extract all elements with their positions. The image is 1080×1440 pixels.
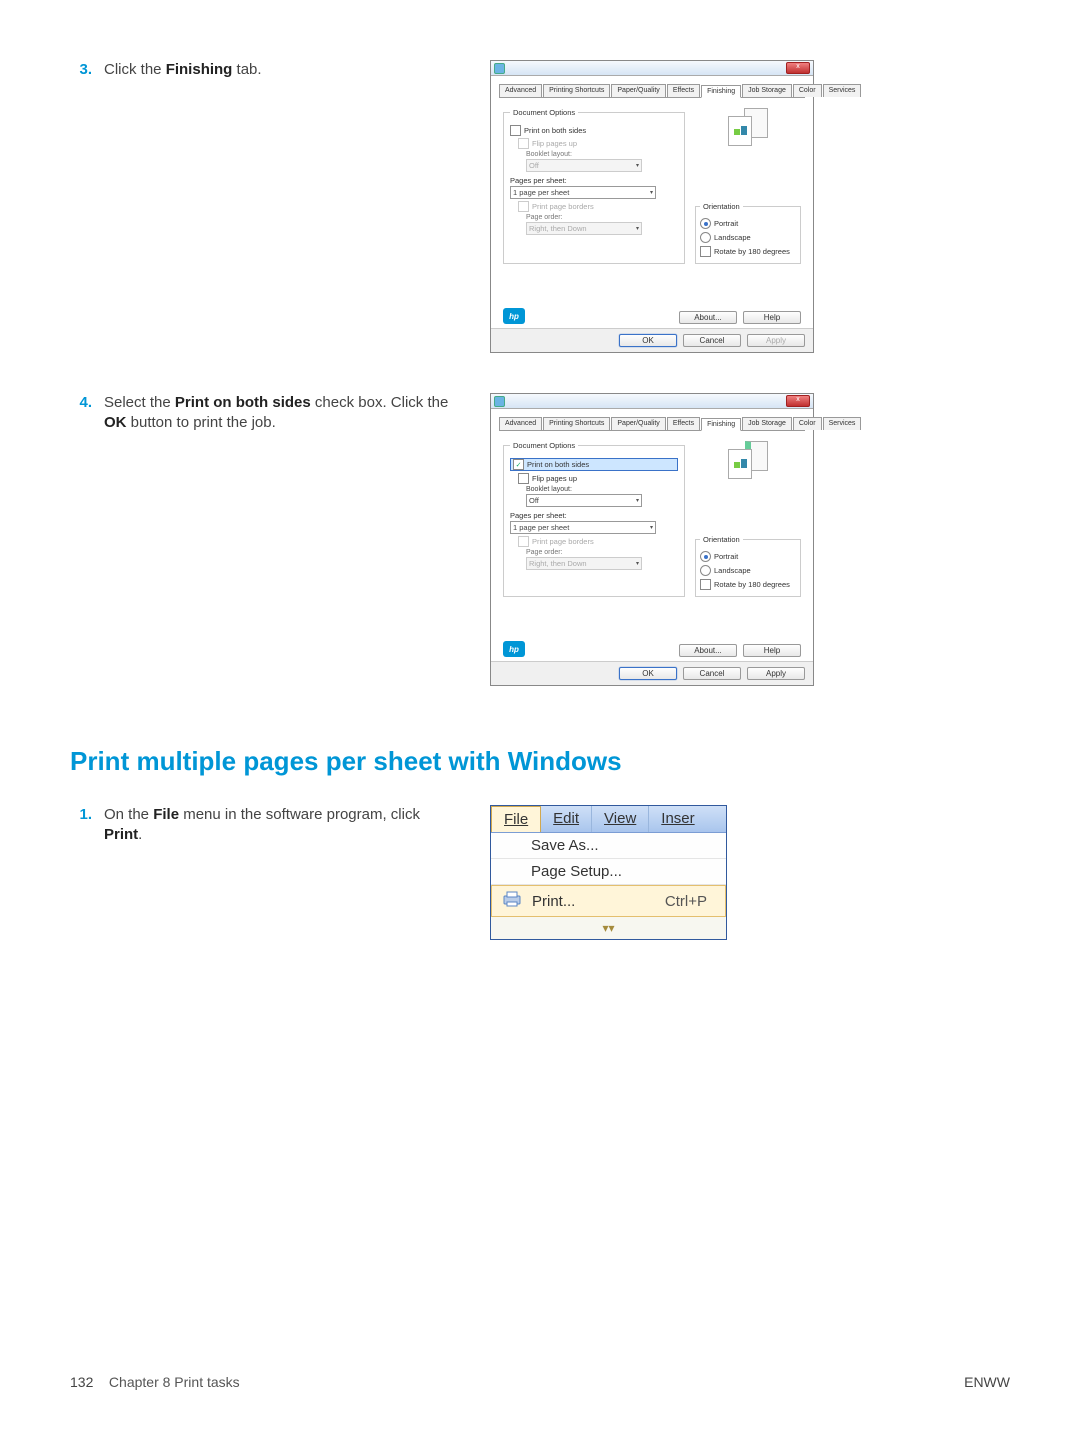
ok-button[interactable]: OK	[619, 334, 677, 347]
dialog-tabs: Advanced Printing Shortcuts Paper/Qualit…	[499, 417, 805, 431]
tab-effects[interactable]: Effects	[667, 417, 700, 430]
step1-number: 1.	[70, 805, 92, 846]
checkbox-print-both-sides[interactable]	[513, 459, 524, 470]
tab-finishing[interactable]: Finishing	[701, 418, 741, 431]
orientation-legend: Orientation	[700, 535, 743, 544]
about-button[interactable]: About...	[679, 311, 737, 324]
app-icon	[494, 63, 505, 74]
tab-advanced[interactable]: Advanced	[499, 417, 542, 430]
page-preview	[728, 108, 768, 146]
file-menu-screenshot: File Edit View Inser Save As... Page Set…	[490, 805, 727, 940]
step3-text: Click the Finishing tab.	[104, 60, 262, 80]
ok-button[interactable]: OK	[619, 667, 677, 680]
label-flip-pages-up: Flip pages up	[532, 139, 577, 148]
menuitem-page-setup[interactable]: Page Setup...	[491, 859, 726, 885]
app-icon	[494, 396, 505, 407]
dropdown-pages-per-sheet[interactable]: 1 page per sheet▾	[510, 521, 656, 534]
help-button[interactable]: Help	[743, 644, 801, 657]
label-pages-per-sheet: Pages per sheet:	[510, 511, 678, 520]
tab-finishing[interactable]: Finishing	[701, 85, 741, 98]
tab-services[interactable]: Services	[823, 84, 862, 97]
checkbox-rotate-180[interactable]	[700, 246, 711, 257]
hp-logo: hp	[503, 641, 525, 657]
tab-advanced[interactable]: Advanced	[499, 84, 542, 97]
print-shortcut: Ctrl+P	[665, 893, 717, 910]
chevron-down-icon: ▾	[650, 524, 653, 531]
checkbox-print-page-borders	[518, 201, 529, 212]
dialog-tabs: Advanced Printing Shortcuts Paper/Qualit…	[499, 84, 805, 98]
label-flip-pages-up: Flip pages up	[532, 474, 577, 483]
checkbox-flip-pages-up	[518, 138, 529, 149]
checkbox-print-both-sides[interactable]	[510, 125, 521, 136]
dropdown-page-order: Right, then Down▾	[526, 557, 642, 570]
document-options-legend: Document Options	[510, 441, 578, 450]
hp-logo: hp	[503, 308, 525, 324]
radio-portrait[interactable]	[700, 218, 711, 229]
apply-button[interactable]: Apply	[747, 667, 805, 680]
cancel-button[interactable]: Cancel	[683, 667, 741, 680]
close-button[interactable]: x	[786, 395, 810, 407]
tab-paper-quality[interactable]: Paper/Quality	[611, 84, 665, 97]
printer-icon	[492, 890, 532, 912]
tab-job-storage[interactable]: Job Storage	[742, 84, 792, 97]
page-preview	[728, 441, 768, 479]
document-options-legend: Document Options	[510, 108, 578, 117]
menu-file[interactable]: File	[491, 806, 541, 832]
print-dialog-screenshot-1: x Advanced Printing Shortcuts Paper/Qual…	[490, 60, 814, 353]
print-dialog-screenshot-2: x Advanced Printing Shortcuts Paper/Qual…	[490, 393, 814, 686]
brand-watermark: ENWW	[964, 1374, 1010, 1390]
menuitem-save-as[interactable]: Save As...	[491, 833, 726, 859]
menu-expand[interactable]: ▾▾	[491, 917, 726, 939]
chevron-down-icon: ▾	[636, 497, 639, 504]
label-print-page-borders: Print page borders	[532, 202, 594, 211]
about-button[interactable]: About...	[679, 644, 737, 657]
tab-effects[interactable]: Effects	[667, 84, 700, 97]
label-booklet-layout: Booklet layout:	[526, 486, 678, 493]
tab-printing-shortcuts[interactable]: Printing Shortcuts	[543, 417, 610, 430]
checkbox-flip-pages-up[interactable]	[518, 473, 529, 484]
chevron-down-icon: ▾	[650, 189, 653, 196]
dropdown-booklet-layout[interactable]: Off▾	[526, 494, 642, 507]
label-print-both-sides: Print on both sides	[527, 460, 589, 469]
menu-insert[interactable]: Inser	[649, 806, 706, 832]
close-button[interactable]: x	[786, 62, 810, 74]
step1-text: On the File menu in the software program…	[104, 805, 460, 846]
label-booklet-layout: Booklet layout:	[526, 151, 678, 158]
label-page-order: Page order:	[526, 549, 678, 556]
step4-number: 4.	[70, 393, 92, 434]
chevron-double-down-icon: ▾▾	[602, 921, 614, 935]
radio-portrait[interactable]	[700, 551, 711, 562]
radio-landscape[interactable]	[700, 565, 711, 576]
tab-color[interactable]: Color	[793, 84, 822, 97]
checkbox-rotate-180[interactable]	[700, 579, 711, 590]
tab-job-storage[interactable]: Job Storage	[742, 417, 792, 430]
step4-text: Select the Print on both sides check box…	[104, 393, 460, 434]
chapter-label: Chapter 8 Print tasks	[109, 1374, 240, 1390]
label-print-page-borders: Print page borders	[532, 537, 594, 546]
label-pages-per-sheet: Pages per sheet:	[510, 176, 678, 185]
help-button[interactable]: Help	[743, 311, 801, 324]
tab-paper-quality[interactable]: Paper/Quality	[611, 417, 665, 430]
step3-number: 3.	[70, 60, 92, 80]
dropdown-pages-per-sheet[interactable]: 1 page per sheet▾	[510, 186, 656, 199]
cancel-button[interactable]: Cancel	[683, 334, 741, 347]
label-page-order: Page order:	[526, 214, 678, 221]
page-number: 132	[70, 1374, 93, 1390]
tab-printing-shortcuts[interactable]: Printing Shortcuts	[543, 84, 610, 97]
section-heading: Print multiple pages per sheet with Wind…	[70, 746, 1010, 777]
orientation-legend: Orientation	[700, 202, 743, 211]
menuitem-print[interactable]: Print... Ctrl+P	[491, 885, 726, 917]
menu-edit[interactable]: Edit	[541, 806, 592, 832]
dropdown-page-order: Right, then Down▾	[526, 222, 642, 235]
tab-services[interactable]: Services	[823, 417, 862, 430]
apply-button: Apply	[747, 334, 805, 347]
checkbox-print-page-borders	[518, 536, 529, 547]
tab-color[interactable]: Color	[793, 417, 822, 430]
page-footer: 132 Chapter 8 Print tasks ENWW	[70, 1374, 1010, 1390]
dropdown-booklet-layout: Off▾	[526, 159, 642, 172]
menu-view[interactable]: View	[592, 806, 649, 832]
radio-landscape[interactable]	[700, 232, 711, 243]
label-print-both-sides: Print on both sides	[524, 126, 586, 135]
